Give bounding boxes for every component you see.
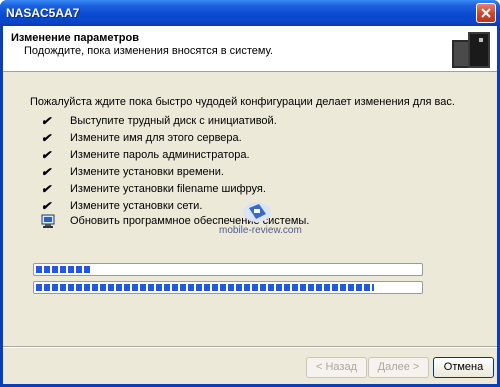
overall-progress-fill bbox=[36, 284, 374, 291]
close-icon bbox=[481, 8, 491, 18]
current-task-progress-bar bbox=[33, 263, 423, 276]
cancel-button[interactable]: Отмена bbox=[433, 357, 494, 378]
task-item: ✔ Выступите трудный диск с инициативой. bbox=[41, 114, 341, 130]
nas-device-icon bbox=[452, 32, 490, 68]
computer-icon bbox=[41, 214, 55, 228]
overall-progress-bar bbox=[33, 281, 423, 294]
wizard-header: Изменение параметров Подождите, пока изм… bbox=[3, 26, 497, 72]
watermark: mobile-review.com bbox=[219, 200, 302, 240]
task-label: Измените установки filename шифруя. bbox=[70, 183, 266, 195]
title-bar[interactable]: NASAC5AA7 bbox=[0, 0, 500, 26]
checkmark-icon: ✔ bbox=[41, 165, 52, 179]
header-title: Изменение параметров bbox=[11, 32, 139, 44]
task-item: ✔ Измените установки filename шифруя. bbox=[41, 182, 341, 198]
task-label: Измените установки сети. bbox=[70, 200, 203, 212]
checkmark-icon: ✔ bbox=[41, 182, 52, 196]
next-button[interactable]: Далее > bbox=[368, 357, 429, 378]
current-task-progress-fill bbox=[36, 266, 92, 273]
back-button[interactable]: < Назад bbox=[306, 357, 367, 378]
wizard-client-area: Изменение параметров Подождите, пока изм… bbox=[3, 26, 497, 384]
task-label: Выступите трудный диск с инициативой. bbox=[70, 115, 277, 127]
intro-text: Пожалуйста ждите пока быстро чудодей кон… bbox=[30, 96, 455, 108]
task-item: ✔ Измените имя для этого сервера. bbox=[41, 131, 341, 147]
task-item: ✔ Измените установки времени. bbox=[41, 165, 341, 181]
checkmark-icon: ✔ bbox=[41, 148, 52, 162]
checkmark-icon: ✔ bbox=[41, 131, 52, 145]
watermark-text: mobile-review.com bbox=[219, 225, 302, 236]
checkmark-icon: ✔ bbox=[41, 199, 52, 213]
task-label: Измените пароль администратора. bbox=[70, 149, 250, 161]
footer-divider bbox=[3, 346, 497, 348]
header-subtitle: Подождите, пока изменения вносятся в сис… bbox=[24, 45, 273, 57]
task-label: Измените имя для этого сервера. bbox=[70, 132, 242, 144]
task-item: ✔ Измените пароль администратора. bbox=[41, 148, 341, 164]
close-button[interactable] bbox=[476, 3, 496, 23]
task-label: Измените установки времени. bbox=[70, 166, 224, 178]
checkmark-icon: ✔ bbox=[41, 114, 52, 128]
window-title: NASAC5AA7 bbox=[6, 6, 80, 20]
wizard-window: NASAC5AA7 Изменение параметров Подождите… bbox=[0, 0, 500, 387]
mobile-review-logo-icon bbox=[243, 202, 271, 222]
